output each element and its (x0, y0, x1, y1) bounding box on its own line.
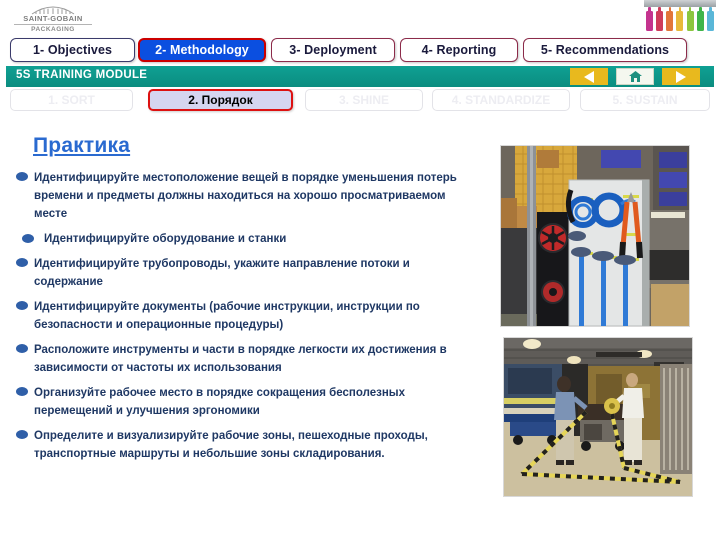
main-tab-bar: 1- Objectives 2- Methodology 3- Deployme… (0, 38, 720, 64)
sub-tab-set-in-order-label: 2. Порядок (188, 93, 253, 107)
bullet-dot-icon (16, 430, 28, 439)
bullet-dot-icon (16, 387, 28, 396)
list-item: Идентифицируйте местоположение вещей в п… (14, 168, 479, 222)
sub-tab-sustain-label: 5. SUSTAIN (612, 93, 678, 107)
practice-bullet-list: Идентифицируйте местоположение вещей в п… (14, 168, 479, 469)
home-icon[interactable] (616, 68, 654, 85)
bullet-dot-icon (16, 301, 28, 310)
brand-name: SAINT-GOBAIN (23, 14, 83, 23)
sub-tab-sort-label: 1. SORT (48, 93, 95, 107)
list-item: Организуйте рабочее место в порядке сокр… (14, 383, 479, 419)
tab-deployment-label: 3- Deployment (289, 43, 377, 57)
bullet-dot-icon (16, 172, 28, 181)
tab-objectives-label: 1- Objectives (32, 43, 113, 57)
sub-tab-bar: 1. SORT 2. Порядок 3. SHINE 4. STANDARDI… (0, 89, 720, 113)
bullet-dot-icon (16, 344, 28, 353)
list-item: Расположите инструменты и части в порядк… (14, 340, 479, 376)
sub-tab-sort[interactable]: 1. SORT (10, 89, 133, 111)
tab-methodology-label: 2- Methodology (155, 43, 249, 57)
list-item: Идентифицируйте оборудование и станки (14, 229, 479, 247)
sub-tab-set-in-order[interactable]: 2. Порядок (148, 89, 293, 111)
previous-arrow-icon[interactable] (570, 68, 608, 85)
tab-reporting-label: 4- Reporting (421, 43, 497, 57)
list-item-text: Идентифицируйте трубопроводы, укажите на… (34, 258, 410, 288)
tab-methodology[interactable]: 2- Methodology (138, 38, 266, 62)
list-item-text: Определите и визуализируйте рабочие зоны… (34, 430, 428, 460)
sub-tab-shine-label: 3. SHINE (338, 93, 389, 107)
floor-marking-zones-photo (503, 337, 693, 497)
tab-reporting[interactable]: 4- Reporting (400, 38, 518, 62)
list-item-text: Расположите инструменты и части в порядк… (34, 344, 447, 374)
bullet-dot-icon (22, 234, 34, 243)
next-arrow-icon[interactable] (662, 68, 700, 85)
tab-recommendations[interactable]: 5- Recommendations (523, 38, 687, 62)
list-item: Идентифицируйте трубопроводы, укажите на… (14, 254, 479, 290)
colored-bottles-icon (644, 0, 716, 34)
list-item: Определите и визуализируйте рабочие зоны… (14, 426, 479, 462)
bottles-row (646, 7, 714, 31)
logo-divider (14, 24, 92, 25)
list-item-text: Организуйте рабочее место в порядке сокр… (34, 387, 405, 417)
list-item-text: Идентифицируйте документы (рабочие инстр… (34, 301, 420, 331)
page-title: Практика (33, 134, 131, 157)
brand-division: PACKAGING (31, 26, 75, 33)
tab-deployment[interactable]: 3- Deployment (271, 38, 395, 62)
module-header-bar: 5S TRAINING MODULE (6, 66, 714, 87)
module-title: 5S TRAINING MODULE (16, 69, 148, 81)
bullet-dot-icon (16, 258, 28, 267)
tab-recommendations-label: 5- Recommendations (540, 43, 670, 57)
sub-tab-standardize[interactable]: 4. STANDARDIZE (432, 89, 570, 111)
list-item-text: Идентифицируйте местоположение вещей в п… (34, 172, 457, 220)
shadow-board-tools-photo (500, 145, 690, 327)
saint-gobain-logo: SAINT-GOBAIN PACKAGING (8, 3, 98, 35)
sub-tab-standardize-label: 4. STANDARDIZE (451, 93, 551, 107)
list-item-text: Идентифицируйте оборудование и станки (44, 233, 287, 245)
bottles-shelf-top (644, 0, 716, 7)
sub-tab-sustain[interactable]: 5. SUSTAIN (580, 89, 710, 111)
tab-objectives[interactable]: 1- Objectives (10, 38, 135, 62)
sub-tab-shine[interactable]: 3. SHINE (305, 89, 423, 111)
list-item: Идентифицируйте документы (рабочие инстр… (14, 297, 479, 333)
